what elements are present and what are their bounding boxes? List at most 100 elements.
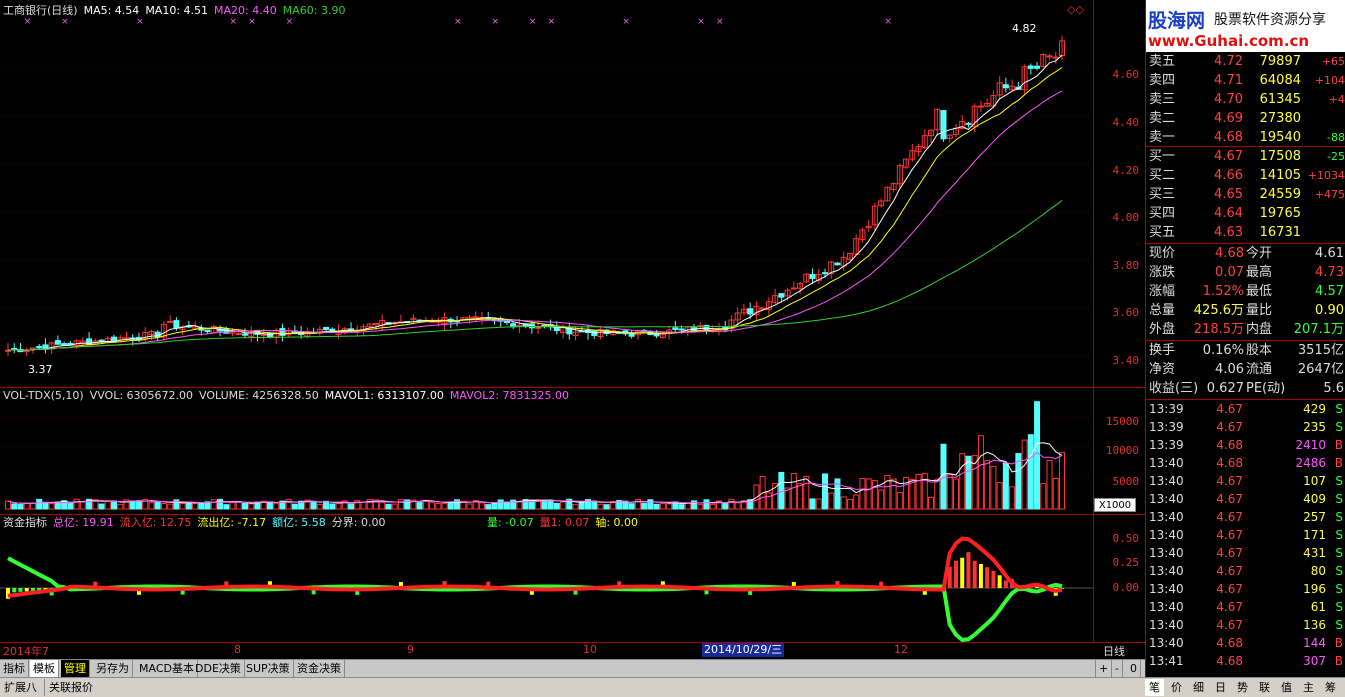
tick-price: 4.67 — [1216, 618, 1243, 632]
order-change: +475 — [1314, 188, 1345, 201]
volume-bar — [111, 500, 118, 510]
period-label[interactable]: 日线 — [1103, 643, 1125, 659]
volume-bar — [1034, 401, 1041, 510]
high-marker: 4.82 — [1012, 22, 1037, 35]
fund-bar — [985, 567, 990, 588]
volume-bar — [23, 503, 30, 510]
volume-bar — [441, 502, 448, 510]
tab-macd[interactable]: MACD基本 — [136, 660, 198, 677]
right-tab[interactable]: 细 — [1189, 679, 1208, 696]
candle-up — [790, 287, 797, 290]
zoom-out-button[interactable]: - — [1112, 660, 1123, 677]
volume-bar — [5, 500, 11, 510]
right-tab[interactable]: 日 — [1211, 679, 1230, 696]
quote-label: 外盘 — [1149, 322, 1176, 337]
fund-tick: 0.50 — [1112, 532, 1140, 545]
logo-banner: 股海网 股票软件资源分享 www.Guhai.com.cn — [1146, 0, 1345, 52]
tick-price: 4.67 — [1216, 528, 1243, 542]
signal-marker: × — [697, 17, 705, 27]
volume-bar — [98, 503, 105, 510]
tab-extend[interactable]: 扩展八 — [0, 679, 41, 696]
volume-bar — [466, 503, 473, 510]
right-tab[interactable]: 笔 — [1145, 679, 1164, 696]
order-label: 卖五 — [1149, 54, 1176, 69]
vol-unit: X1000 — [1094, 498, 1136, 512]
tab-manage[interactable]: 管理 — [61, 660, 90, 677]
tick-price: 4.68 — [1216, 438, 1243, 452]
fundamentals-row: 换手 0.16% 股本 3515亿 — [1146, 341, 1345, 360]
tick-price: 4.68 — [1216, 654, 1243, 668]
tick-time: 13:40 — [1149, 546, 1184, 560]
tab-sup[interactable]: SUP决策 — [243, 660, 294, 677]
candle-down — [204, 329, 211, 333]
right-tab[interactable]: 价 — [1167, 679, 1186, 696]
tick-time: 13:40 — [1149, 528, 1184, 542]
order-label: 买一 — [1149, 149, 1176, 164]
tick-price: 4.67 — [1216, 564, 1243, 578]
tick-row: 13:40 4.67 136 S — [1146, 616, 1345, 635]
tab-fund[interactable]: 资金决策 — [294, 660, 345, 677]
volume-bar — [379, 501, 386, 510]
tab-template[interactable]: 模板 — [30, 660, 59, 677]
order-label: 买四 — [1149, 206, 1176, 221]
order-price: 4.68 — [1214, 130, 1243, 145]
tick-row: 13:40 4.67 61 S — [1146, 598, 1345, 617]
price-pane[interactable]: 工商银行(日线) MA5: 4.54 MA10: 4.51 MA20: 4.40 MA6… — [0, 0, 1093, 387]
price-tick: 3.80 — [1112, 259, 1140, 272]
signal-marker: × — [716, 17, 724, 27]
volume-bar — [335, 502, 342, 510]
volume-bar — [809, 498, 816, 510]
fund-bar — [953, 560, 958, 588]
order-label: 卖二 — [1149, 111, 1176, 126]
tick-price: 4.67 — [1216, 474, 1243, 488]
signal-marker: × — [136, 17, 144, 27]
tick-row: 13:40 4.67 257 S — [1146, 508, 1345, 527]
volume-bar — [235, 501, 242, 510]
order-price: 4.72 — [1214, 54, 1243, 69]
tab-save-as[interactable]: 另存为 — [93, 660, 133, 677]
volume-pane[interactable]: VOL-TDX(5,10) VVOL: 6305672.00 VOLUME: 425… — [0, 388, 1093, 514]
price-tick: 3.60 — [1112, 306, 1140, 319]
quote-label: 最低 — [1246, 284, 1273, 299]
price-tick: 4.00 — [1112, 211, 1140, 224]
quote-row: 现价 4.68 今开 4.61 — [1146, 244, 1345, 263]
right-tab[interactable]: 筹 — [1321, 679, 1340, 696]
candle-up — [167, 320, 174, 323]
order-row: 买三 4.65 24559 +475 — [1146, 185, 1345, 204]
tab-related-quotes[interactable]: 关联报价 — [44, 679, 97, 696]
tab-dde[interactable]: DDE决策 — [192, 660, 245, 677]
fund-bar — [30, 588, 35, 591]
diamond-icon[interactable]: ◇◇ — [1067, 3, 1084, 16]
right-tab[interactable]: 联 — [1255, 679, 1274, 696]
volume-bar — [17, 504, 24, 510]
candle-up — [759, 307, 766, 310]
fund-bar — [966, 552, 971, 588]
right-tab[interactable]: 值 — [1277, 679, 1296, 696]
order-volume: 61345 — [1259, 92, 1301, 107]
candle-down — [778, 293, 785, 298]
fund-pane[interactable]: 资金指标 总亿: 19.91 流入亿: 12.75 流出亿: -7.17 额亿: 5.5… — [0, 515, 1093, 642]
right-tab[interactable]: 势 — [1233, 679, 1252, 696]
volume-bar — [603, 504, 610, 510]
candle-down — [36, 346, 43, 349]
volume-bar — [896, 492, 903, 510]
volume-bar — [653, 503, 660, 510]
tab-indicator[interactable]: 指标 — [0, 660, 29, 677]
tick-side: S — [1335, 546, 1343, 560]
quote-row: 外盘 218.5万 内盘 207.1万 — [1146, 320, 1345, 339]
volume-bar — [1046, 459, 1053, 510]
zoom-in-button[interactable]: + — [1095, 660, 1113, 677]
candle-down — [940, 110, 947, 140]
volume-bar — [323, 500, 330, 510]
candle-down — [834, 262, 841, 266]
order-label: 卖四 — [1149, 73, 1176, 88]
candle-down — [1002, 84, 1009, 89]
tick-price: 4.67 — [1216, 546, 1243, 560]
volume-bar — [491, 502, 498, 510]
right-tab[interactable]: 主 — [1299, 679, 1318, 696]
volume-bar — [940, 443, 947, 510]
volume-bar — [822, 473, 829, 510]
volume-bar — [1009, 486, 1016, 510]
volume-bar — [397, 499, 404, 510]
reset-button[interactable]: 0 — [1127, 660, 1141, 677]
